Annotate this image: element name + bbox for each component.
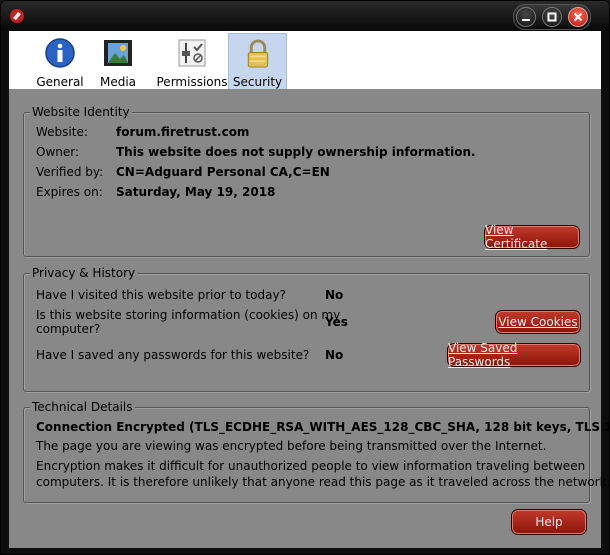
passwords-answer: No	[325, 348, 344, 362]
button-label: View Certificate	[485, 223, 548, 251]
tab-label: Media	[99, 75, 137, 89]
maximize-icon	[547, 12, 557, 22]
title-bar[interactable]	[1, 1, 609, 31]
group-legend: Privacy & History	[30, 266, 138, 280]
visited-question: Have I visited this website prior to tod…	[36, 288, 286, 302]
verified-label: Verified by:	[36, 165, 104, 179]
help-button[interactable]: Help	[511, 509, 587, 535]
tab-label: General	[36, 75, 84, 89]
owner-label: Owner:	[36, 145, 80, 159]
button-label: View Cookies	[498, 315, 578, 329]
verified-value: CN=Adguard Personal CA,C=EN	[116, 165, 330, 179]
cookies-answer: Yes	[325, 315, 348, 329]
tab-general[interactable]: General	[33, 33, 87, 89]
tab-label: Permissions	[156, 75, 228, 89]
privacy-history-group: Privacy & History Have I visited this we…	[23, 266, 590, 392]
minimize-icon	[522, 19, 530, 21]
security-panel: Website Identity Website: forum.firetrus…	[9, 90, 609, 548]
window-controls	[513, 4, 591, 30]
tab-media[interactable]: Media	[95, 33, 141, 89]
passwords-question: Have I saved any passwords for this webs…	[36, 348, 310, 362]
lock-icon	[247, 39, 268, 68]
visited-answer: No	[325, 288, 344, 302]
expires-value: Saturday, May 19, 2018	[116, 185, 276, 199]
tab-permissions[interactable]: Permissions	[149, 33, 235, 89]
tab-toolbar: General Media Permissions Security	[9, 31, 601, 90]
website-identity-group: Website Identity Website: forum.firetrus…	[23, 105, 590, 257]
view-certificate-button[interactable]: View Certificate	[484, 223, 580, 251]
view-saved-passwords-button[interactable]: View Saved Passwords	[447, 341, 581, 369]
tab-security[interactable]: Security	[228, 33, 287, 89]
cookies-question-line2: computer?	[36, 322, 101, 336]
permissions-icon	[178, 39, 206, 67]
technical-details-group: Technical Details Connection Encrypted (…	[23, 400, 609, 503]
page-info-window: General Media Permissions Security Websi…	[0, 0, 610, 555]
button-label: Help	[535, 515, 563, 529]
website-label: Website:	[36, 125, 88, 139]
minimize-button[interactable]	[516, 7, 536, 27]
close-icon	[573, 12, 583, 22]
close-button[interactable]	[568, 7, 588, 27]
owner-value: This website does not supply ownership i…	[116, 145, 476, 159]
tab-label: Security	[232, 75, 283, 89]
group-legend: Technical Details	[30, 400, 135, 414]
app-icon	[10, 9, 24, 23]
button-label: View Saved Passwords	[448, 341, 518, 369]
group-legend: Website Identity	[30, 105, 132, 119]
expires-label: Expires on:	[36, 185, 103, 199]
view-cookies-button[interactable]: View Cookies	[495, 310, 581, 334]
encryption-line1: The page you are viewing was encrypted b…	[36, 439, 547, 453]
cookies-question-line1: Is this website storing information (coo…	[36, 308, 341, 322]
encryption-line2b: computers. It is therefore unlikely that…	[36, 475, 610, 489]
encryption-line2a: Encryption makes it difficult for unauth…	[36, 459, 586, 473]
website-value: forum.firetrust.com	[116, 125, 250, 139]
maximize-button[interactable]	[542, 7, 562, 27]
info-icon	[45, 38, 75, 68]
encryption-heading: Connection Encrypted (TLS_ECDHE_RSA_WITH…	[36, 420, 610, 434]
media-icon	[104, 40, 132, 66]
